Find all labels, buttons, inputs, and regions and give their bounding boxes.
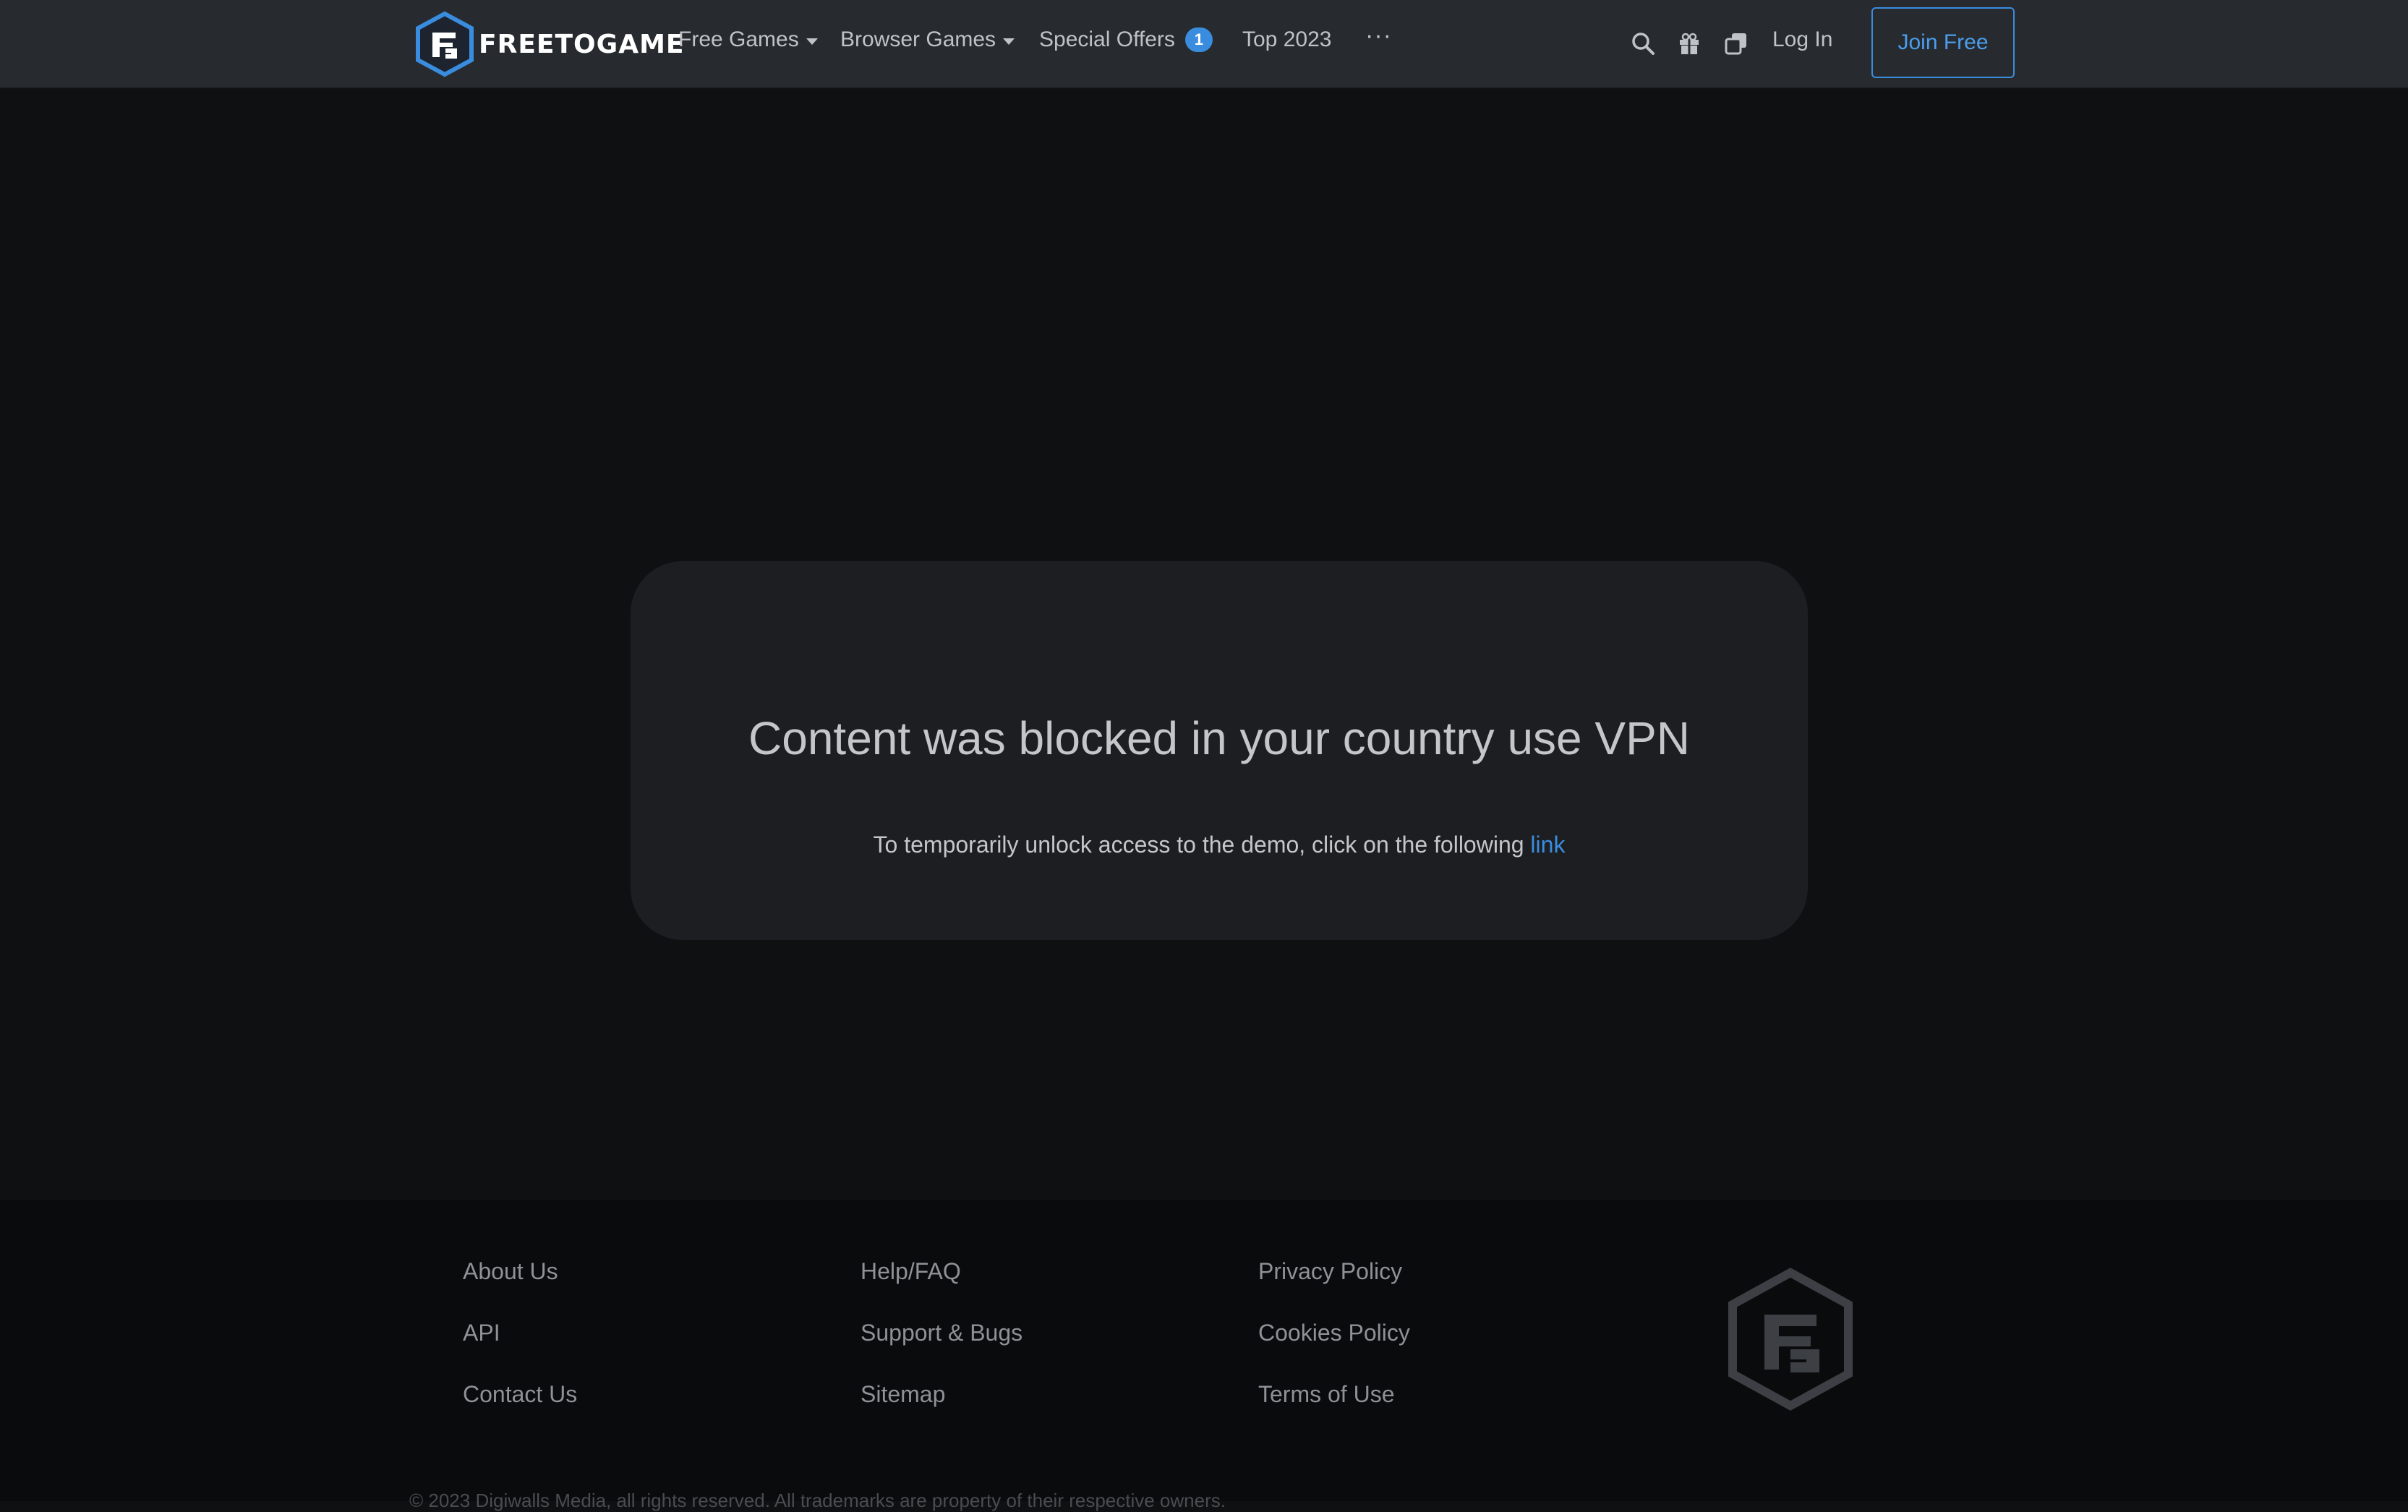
nav-browser-games-label: Browser Games bbox=[840, 27, 996, 51]
blocked-text: To temporarily unlock access to the demo… bbox=[631, 832, 1808, 858]
top-navbar: FREETOGAME Free Games Browser Games Spec… bbox=[0, 0, 2408, 88]
offers-count-badge: 1 bbox=[1184, 27, 1213, 52]
nav-top-label: Top 2023 bbox=[1242, 27, 1332, 51]
nav-special-offers[interactable]: Special Offers 1 bbox=[1039, 27, 1213, 52]
search-icon[interactable] bbox=[1630, 30, 1656, 56]
footer-link-about[interactable]: About Us bbox=[463, 1258, 577, 1320]
footer-link-support[interactable]: Support & Bugs bbox=[861, 1320, 1022, 1381]
caret-down-icon bbox=[806, 38, 818, 45]
nav-top-2023[interactable]: Top 2023 bbox=[1242, 27, 1331, 52]
brand-name: FREETOGAME bbox=[479, 29, 685, 59]
footer-col-help: Help/FAQ Support & Bugs Sitemap bbox=[861, 1258, 1022, 1443]
footer-link-privacy[interactable]: Privacy Policy bbox=[1258, 1258, 1410, 1320]
join-free-button[interactable]: Join Free bbox=[1871, 7, 2015, 78]
footer-col-legal: Privacy Policy Cookies Policy Terms of U… bbox=[1258, 1258, 1410, 1443]
footer-link-sitemap[interactable]: Sitemap bbox=[861, 1381, 1022, 1443]
copy-icon[interactable] bbox=[1723, 30, 1749, 56]
footer-link-api[interactable]: API bbox=[463, 1320, 577, 1381]
nav-free-games[interactable]: Free Games bbox=[678, 27, 818, 52]
nav-special-offers-label: Special Offers bbox=[1039, 27, 1175, 51]
footer-link-contact[interactable]: Contact Us bbox=[463, 1381, 577, 1443]
footer-link-help[interactable]: Help/FAQ bbox=[861, 1258, 1022, 1320]
caret-down-icon bbox=[1003, 38, 1015, 45]
footer: About Us API Contact Us Help/FAQ Support… bbox=[0, 1200, 2408, 1511]
more-icon[interactable]: ··· bbox=[1365, 22, 1392, 50]
footer-link-terms[interactable]: Terms of Use bbox=[1258, 1381, 1410, 1443]
gift-icon[interactable] bbox=[1676, 30, 1702, 56]
footer-col-company: About Us API Contact Us bbox=[463, 1258, 577, 1443]
unlock-link[interactable]: link bbox=[1530, 832, 1565, 858]
login-link[interactable]: Log In bbox=[1772, 27, 1832, 52]
logo-icon bbox=[416, 11, 474, 77]
blocked-text-body: To temporarily unlock access to the demo… bbox=[873, 832, 1524, 858]
nav-free-games-label: Free Games bbox=[678, 27, 799, 51]
footer-link-cookies[interactable]: Cookies Policy bbox=[1258, 1320, 1410, 1381]
footer-logo-icon bbox=[1728, 1268, 1853, 1411]
blocked-message-card: Content was blocked in your country use … bbox=[631, 561, 1808, 940]
nav-browser-games[interactable]: Browser Games bbox=[840, 27, 1015, 52]
brand-logo[interactable]: FREETOGAME bbox=[414, 11, 685, 77]
blocked-title: Content was blocked in your country use … bbox=[748, 712, 1690, 764]
